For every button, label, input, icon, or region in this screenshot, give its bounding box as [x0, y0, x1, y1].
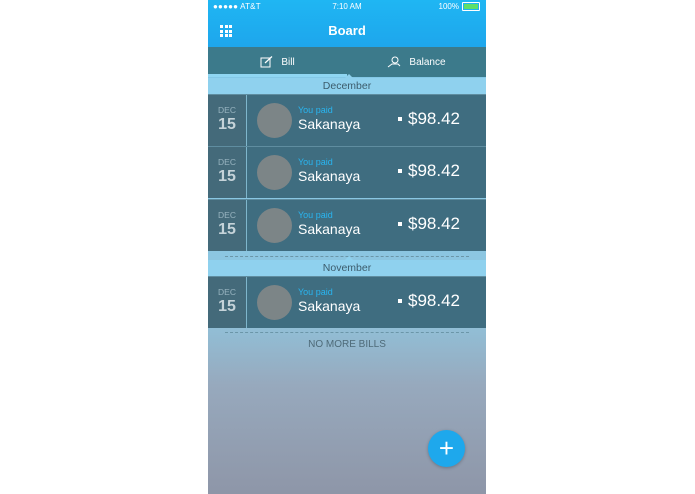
bill-amount: $98.42: [408, 161, 460, 180]
status-bar: ●●●●● AT&T 7:10 AM 100%: [208, 2, 486, 14]
avatar: [257, 103, 292, 138]
bill-day: 15: [218, 116, 236, 133]
page-title: Board: [328, 23, 366, 38]
bill-month: DEC: [218, 287, 236, 297]
section-header-december: December: [208, 74, 486, 94]
bullet-icon: [398, 117, 402, 121]
tab-bill-label: Bill: [281, 56, 295, 68]
bill-amount: $98.42: [408, 214, 460, 233]
section-header-november: November: [208, 256, 486, 276]
bill-caption: You paid: [298, 157, 333, 167]
edit-icon: [260, 56, 273, 68]
avatar: [257, 285, 292, 320]
section-month: December: [322, 80, 372, 92]
section-month: November: [322, 262, 372, 274]
tab-bar: Bill Balance: [208, 47, 486, 77]
add-bill-button[interactable]: +: [428, 430, 465, 467]
bullet-icon: [398, 299, 402, 303]
status-right: 100%: [439, 2, 480, 11]
bill-month: DEC: [218, 157, 236, 167]
bill-row[interactable]: DEC 15 You paid Sakanaya $98.42: [208, 276, 486, 328]
bill-row[interactable]: DEC 15 You paid Sakanaya $98.42: [208, 199, 486, 251]
app-screen: ●●●●● AT&T 7:10 AM 100% Board Bill Balan…: [208, 0, 486, 494]
bill-day: 15: [218, 298, 236, 315]
active-tab-indicator: [208, 74, 347, 77]
bill-payee: Sakanaya: [298, 298, 361, 314]
divider: [225, 332, 469, 333]
bill-amount: $98.42: [408, 291, 460, 310]
bill-row[interactable]: DEC 15 You paid Sakanaya $98.42: [208, 94, 486, 146]
avatar: [257, 208, 292, 243]
bill-date: DEC 15: [208, 200, 247, 251]
bill-amount: $98.42: [408, 109, 460, 128]
tab-bill[interactable]: Bill: [208, 47, 347, 77]
bill-payee: Sakanaya: [298, 221, 361, 237]
bill-payee: Sakanaya: [298, 116, 361, 132]
bill-day: 15: [218, 221, 236, 238]
bill-day: 15: [218, 168, 236, 185]
bill-date: DEC 15: [208, 277, 247, 328]
bill-month: DEC: [218, 105, 236, 115]
bill-row[interactable]: DEC 15 You paid Sakanaya $98.42: [208, 146, 486, 198]
battery-percent: 100%: [438, 2, 459, 11]
bill-caption: You paid: [298, 210, 333, 220]
bill-payee: Sakanaya: [298, 168, 361, 184]
tab-balance[interactable]: Balance: [347, 47, 486, 77]
bill-date: DEC 15: [208, 147, 247, 198]
bill-month: DEC: [218, 210, 236, 220]
bill-caption: You paid: [298, 287, 333, 297]
avatar: [257, 155, 292, 190]
bill-date: DEC 15: [208, 95, 247, 146]
bullet-icon: [398, 222, 402, 226]
battery-icon: [462, 2, 480, 11]
tab-balance-label: Balance: [409, 56, 446, 68]
app-header: ●●●●● AT&T 7:10 AM 100% Board: [208, 0, 486, 47]
plus-icon: +: [438, 433, 455, 463]
bill-caption: You paid: [298, 105, 333, 115]
end-of-list-label: NO MORE BILLS: [308, 339, 386, 350]
money-hand-icon: [388, 56, 401, 68]
bullet-icon: [398, 169, 402, 173]
